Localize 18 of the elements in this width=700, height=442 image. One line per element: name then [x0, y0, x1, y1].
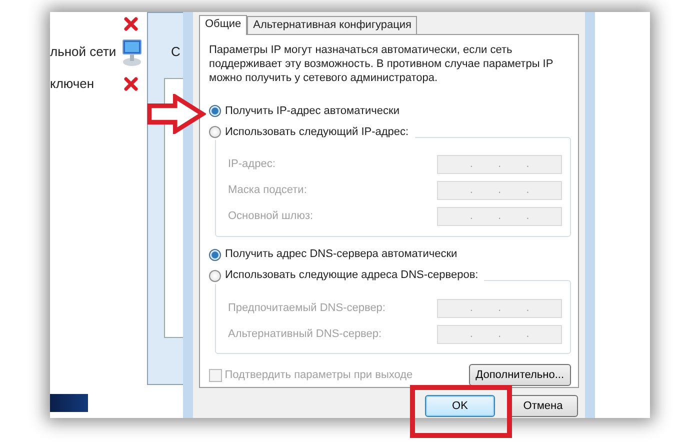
connection-label: льной сети: [50, 43, 116, 61]
radio-option[interactable]: Получить IP-адрес автоматически: [209, 103, 400, 119]
radio-option[interactable]: Использовать следующий IP-адрес:: [209, 124, 415, 140]
tab[interactable]: Общие: [199, 15, 248, 35]
advanced-button[interactable]: Дополнительно...: [468, 364, 571, 386]
field-label: Основной шлюз:: [228, 209, 314, 224]
ok-button[interactable]: OK: [425, 395, 495, 417]
field-label: IP-адрес:: [228, 157, 276, 172]
field-label: Альтернативный DNS-сервер:: [228, 326, 382, 342]
field-label: Предпочитаемый DNS-сервер:: [228, 300, 386, 316]
description-text: Параметры IP могут назначаться автоматически, если сеть поддерживает эту возможность. В противном случае параметры IP можно получить у сетевого администратора.: [209, 43, 554, 85]
cut-off-text: С: [171, 43, 180, 61]
checkbox-label: Подтвердить параметры при выходе: [224, 368, 413, 383]
radio-option[interactable]: Получить адрес DNS-сервера автоматически: [209, 246, 458, 262]
field-label: Маска подсети:: [228, 183, 307, 198]
radio-option[interactable]: Использовать следующие адреса DNS-серверов:: [209, 268, 484, 284]
tab[interactable]: Альтернативная конфигурация: [247, 16, 418, 34]
connection-label: ключен: [50, 75, 94, 93]
